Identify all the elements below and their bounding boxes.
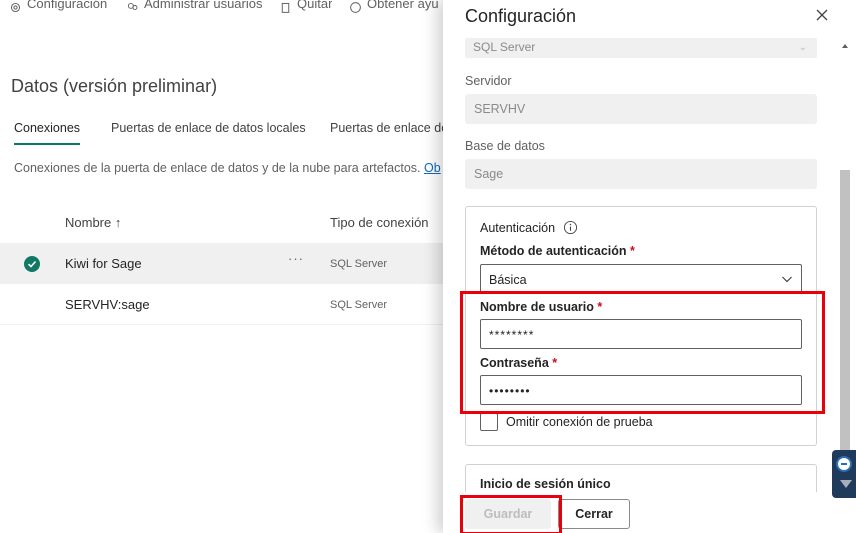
password-input[interactable]: •••••••• (480, 375, 802, 405)
settings-command[interactable]: Configuración (9, 0, 107, 14)
selected-check-icon[interactable] (24, 256, 40, 272)
single-sign-on-title: Inicio de sesión único (480, 477, 611, 491)
page-title: Datos (versión preliminar) (11, 76, 218, 96)
connection-type-value: SQL Server (473, 40, 536, 54)
row-name[interactable]: Kiwi for Sage (65, 256, 142, 271)
close-button[interactable]: Cerrar (558, 499, 630, 529)
server-field: SERVHV (465, 94, 817, 124)
password-label: Contraseña * (480, 356, 557, 370)
server-label: Servidor (465, 74, 512, 88)
get-help-command[interactable]: Obtener ayu (349, 0, 439, 14)
table-row[interactable]: SERVHV:sage SQL Server (0, 284, 445, 325)
auth-method-label: Método de autenticación * (480, 244, 635, 258)
password-label-text: Contraseña (480, 356, 549, 370)
tab-list: Conexiones Puertas de enlace de datos lo… (14, 121, 445, 151)
panel-footer: Guardar Cerrar (443, 492, 856, 533)
save-button[interactable]: Guardar (465, 499, 551, 529)
chevron-down-icon (782, 276, 792, 283)
trash-icon (281, 2, 290, 13)
panel-scroll-area: SQL Server ⌄ Servidor SERVHV Base de dat… (443, 32, 856, 492)
remove-command[interactable]: Quitar (279, 0, 332, 14)
page-description: Conexiones de la puerta de enlace de dat… (14, 161, 445, 175)
username-label-text: Nombre de usuario (480, 300, 594, 314)
command-bar: Configuración Administrar usuarios Quita… (0, 0, 445, 18)
learn-more-link[interactable]: Ob (424, 161, 441, 175)
row-name[interactable]: SERVHV:sage (65, 297, 150, 312)
more-options-icon[interactable]: ··· (288, 251, 304, 266)
auth-method-value: Básica (489, 273, 527, 287)
authentication-title-text: Autenticación (480, 220, 556, 235)
tab-local-gateways[interactable]: Puertas de enlace de datos locales (111, 121, 306, 145)
help-icon (350, 1, 361, 13)
gear-icon (10, 2, 21, 12)
column-header-name[interactable]: Nombre ↑ (65, 215, 121, 230)
people-icon (127, 2, 138, 10)
database-field: Sage (465, 159, 817, 189)
scrollbar-thumb[interactable] (840, 170, 850, 480)
required-mark: * (630, 244, 635, 258)
description-text: Conexiones de la puerta de enlace de dat… (14, 161, 425, 175)
database-label: Base de datos (465, 139, 545, 153)
close-icon[interactable] (814, 7, 830, 23)
table-header: Nombre ↑ Tipo de conexión (0, 206, 445, 242)
settings-command-label: Configuración (27, 0, 108, 11)
connection-type-dropdown: SQL Server ⌄ (465, 38, 817, 58)
password-value: •••••••• (489, 384, 531, 398)
settings-panel: Configuración SQL Server ⌄ Servidor SERV… (443, 0, 856, 533)
username-label: Nombre de usuario * (480, 300, 602, 314)
required-mark: * (552, 356, 558, 370)
skip-test-connection-label[interactable]: Omitir conexión de prueba (506, 415, 653, 429)
auth-method-dropdown[interactable]: Básica (480, 264, 802, 294)
username-value: ******** (489, 328, 535, 342)
info-icon[interactable] (563, 220, 578, 235)
username-input[interactable]: ******** (480, 319, 802, 349)
authentication-section: Autenticación Método de autenticación * … (465, 206, 817, 446)
required-mark: * (597, 300, 603, 314)
tab-vnet-gateways[interactable]: Puertas de enlace de (330, 121, 445, 145)
authentication-title: Autenticación (480, 220, 578, 235)
expand-arrow-icon (840, 480, 852, 488)
remote-assist-widget[interactable] (832, 450, 856, 498)
panel-title: Configuración (465, 6, 577, 26)
table-row[interactable]: Kiwi for Sage ··· SQL Server (0, 243, 445, 284)
column-header-connection-type[interactable]: Tipo de conexión (330, 215, 429, 230)
scroll-up-arrow-icon[interactable] (842, 44, 848, 48)
skip-test-connection-checkbox[interactable] (480, 413, 498, 431)
row-type: SQL Server (330, 258, 388, 270)
remove-command-label: Quitar (297, 0, 333, 11)
auth-method-label-text: Método de autenticación (480, 244, 627, 258)
row-type: SQL Server (330, 299, 388, 311)
chevron-down-icon: ⌄ (798, 42, 807, 53)
manage-users-command[interactable]: Administrar usuarios (126, 0, 263, 14)
single-sign-on-section: Inicio de sesión único (465, 464, 817, 492)
get-help-command-label: Obtener ayu (367, 0, 439, 11)
remote-assist-icon (836, 456, 852, 472)
tab-connections[interactable]: Conexiones (14, 121, 81, 145)
panel-scrollbar[interactable] (839, 38, 853, 493)
manage-users-command-label: Administrar usuarios (144, 0, 263, 11)
